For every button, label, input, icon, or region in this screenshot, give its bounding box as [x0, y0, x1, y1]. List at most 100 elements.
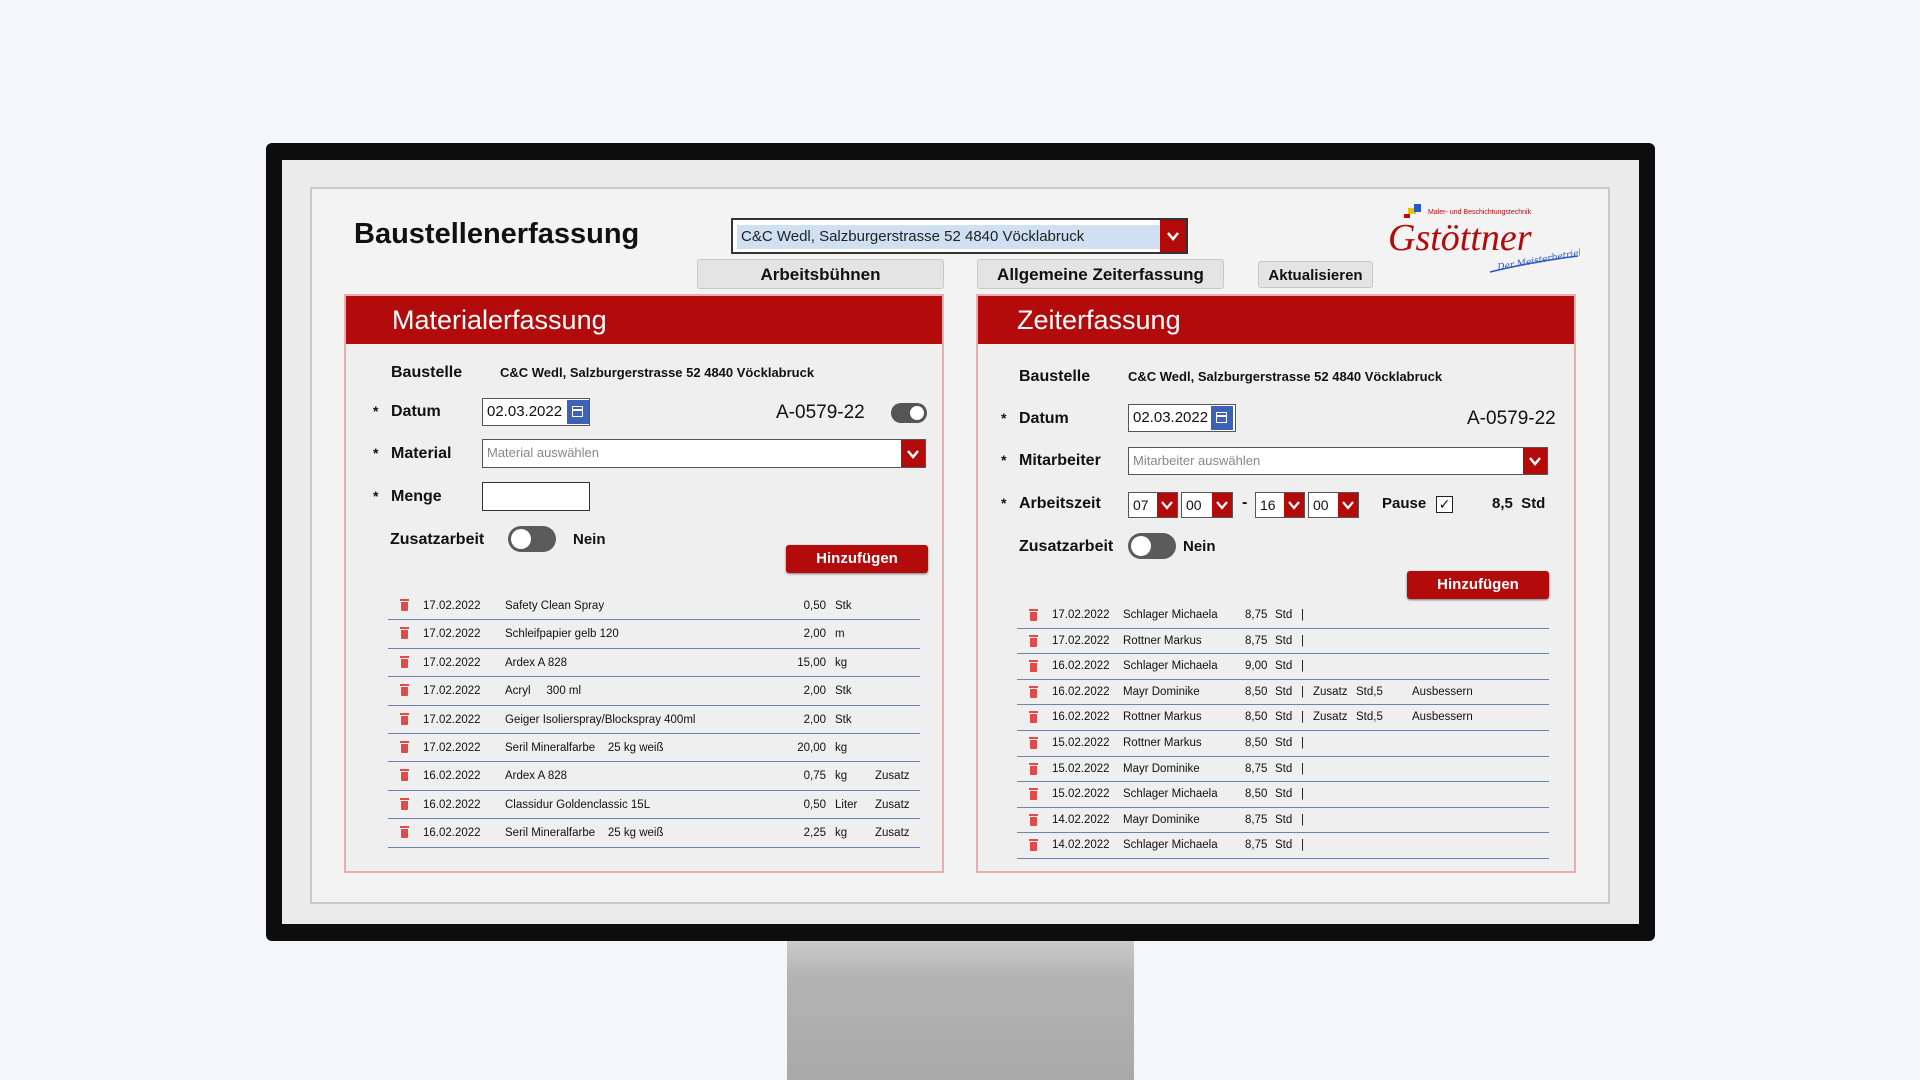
- trash-icon[interactable]: [400, 627, 409, 640]
- calendar-icon[interactable]: [1211, 406, 1233, 430]
- trash-icon[interactable]: [1029, 736, 1038, 749]
- zeit-panel-title: Zeiterfassung: [978, 296, 1574, 344]
- cell-name: Classidur Goldenclassic 15L: [505, 798, 651, 811]
- trash-icon[interactable]: [1029, 813, 1038, 826]
- trash-icon[interactable]: [1029, 634, 1038, 647]
- material-select[interactable]: Material auswählen: [482, 439, 926, 468]
- mitarbeiter-select[interactable]: Mitarbeiter auswählen: [1128, 447, 1548, 475]
- cell-date: 14.02.2022: [1052, 813, 1110, 826]
- cell-unit: Stk: [835, 685, 852, 698]
- end-hour-select[interactable]: 16: [1255, 492, 1305, 518]
- cell-zusatz: Zusatz: [1313, 685, 1348, 698]
- cell-hours: 8,75: [1245, 762, 1268, 775]
- chevron-down-icon[interactable]: [1284, 493, 1304, 517]
- start-hour-select[interactable]: 07: [1128, 492, 1178, 518]
- cell-name: Schlager Michaela: [1123, 788, 1218, 801]
- material-add-button[interactable]: Hinzufügen: [786, 545, 928, 573]
- material-toggle[interactable]: [891, 403, 927, 423]
- trash-icon[interactable]: [1029, 685, 1038, 698]
- trash-icon[interactable]: [1029, 762, 1038, 775]
- trash-icon[interactable]: [400, 712, 409, 725]
- material-menge-label: Menge: [391, 488, 442, 505]
- cell-date: 17.02.2022: [423, 741, 481, 754]
- cell-unit: kg: [835, 741, 848, 754]
- cell-qty: 15,00: [797, 656, 826, 669]
- cell-qty: 2,25: [803, 827, 826, 840]
- cell-zstd: Std,5: [1356, 711, 1383, 724]
- zeit-add-button[interactable]: Hinzufügen: [1407, 571, 1549, 599]
- required-marker: *: [373, 403, 379, 419]
- chevron-down-icon[interactable]: [1523, 448, 1547, 474]
- cell-sep: |: [1301, 660, 1304, 673]
- end-minute-value: 00: [1313, 497, 1329, 513]
- cell-sep: |: [1301, 736, 1304, 749]
- trash-icon[interactable]: [400, 826, 409, 839]
- company-logo: Maler- und Beschichtungstechnik Gstöttne…: [1380, 196, 1585, 286]
- trash-icon[interactable]: [1029, 609, 1038, 621]
- cell-qty: 2,00: [803, 628, 826, 641]
- chevron-down-icon[interactable]: [1157, 493, 1177, 517]
- zeiterfassung-button[interactable]: Allgemeine Zeiterfassung: [977, 259, 1224, 289]
- cell-unit: Stk: [835, 713, 852, 726]
- cell-name: Seril Mineralfarbe 25 kg weiß: [505, 827, 664, 840]
- material-material-label: Material: [391, 445, 452, 462]
- cell-unit: kg: [835, 827, 848, 840]
- cell-sep: |: [1301, 609, 1304, 621]
- end-minute-select[interactable]: 00: [1308, 492, 1359, 518]
- table-row: 17.02.2022 Geiger Isolierspray/Blockspray…: [388, 706, 920, 734]
- site-select[interactable]: C&C Wedl, Salzburgerstrasse 52 4840 Vöck…: [731, 218, 1188, 254]
- chevron-down-icon[interactable]: [1338, 493, 1358, 517]
- chevron-down-icon[interactable]: [1212, 493, 1232, 517]
- trash-icon[interactable]: [400, 655, 409, 668]
- calendar-icon[interactable]: [567, 400, 589, 424]
- aktualisieren-button[interactable]: Aktualisieren: [1258, 261, 1373, 288]
- trash-icon[interactable]: [1029, 660, 1038, 673]
- cell-hours: 8,50: [1245, 736, 1268, 749]
- trash-icon[interactable]: [400, 797, 409, 810]
- required-marker: *: [1001, 452, 1007, 468]
- pause-checkbox[interactable]: ✓: [1436, 496, 1453, 513]
- trash-icon[interactable]: [400, 769, 409, 782]
- trash-icon[interactable]: [1029, 839, 1038, 852]
- zeit-baustelle-value: C&C Wedl, Salzburgerstrasse 52 4840 Vöck…: [1128, 369, 1443, 384]
- table-row: 16.02.2022 Seril Mineralfarbe 25 kg weiß 2…: [388, 819, 920, 848]
- cell-hours: 8,50: [1245, 685, 1268, 698]
- cell-sep: |: [1301, 839, 1304, 852]
- svg-text:Maler- und Beschichtungstechni: Maler- und Beschichtungstechnik: [1428, 209, 1532, 216]
- time-separator: -: [1242, 494, 1248, 511]
- cell-unit: Std: [1275, 762, 1293, 775]
- zeit-arbeitszeit-label: Arbeitszeit: [1019, 495, 1101, 512]
- material-zusatz-toggle[interactable]: [508, 526, 556, 552]
- table-row: 17.02.2022 Rottner Markus 8,75 Std |: [1017, 629, 1549, 655]
- start-minute-select[interactable]: 00: [1181, 492, 1233, 518]
- cell-note: Ausbessern: [1412, 711, 1473, 724]
- cell-unit: Std: [1275, 609, 1293, 621]
- cell-name: Schleifpapier gelb 120: [505, 628, 619, 641]
- material-zusatz-label: Zusatzarbeit: [390, 531, 485, 548]
- arbeitsbuehnen-button[interactable]: Arbeitsbühnen: [697, 259, 944, 289]
- cell-qty: 2,00: [803, 713, 826, 726]
- trash-icon[interactable]: [400, 740, 409, 753]
- cell-qty: 2,00: [803, 685, 826, 698]
- total-hours: 8,5 Std: [1492, 495, 1546, 512]
- cell-name: Schlager Michaela: [1123, 660, 1218, 673]
- table-row: 16.02.2022 Rottner Markus 8,50 Std | Zusatz St…: [1017, 705, 1549, 731]
- menge-input[interactable]: [482, 482, 590, 511]
- cell-extra: Zusatz: [875, 770, 910, 783]
- chevron-down-icon[interactable]: [1160, 220, 1186, 252]
- cell-extra: Zusatz: [875, 798, 910, 811]
- cell-date: 15.02.2022: [1052, 762, 1110, 775]
- page-title: Baustellenerfassung: [354, 218, 640, 250]
- trash-icon[interactable]: [400, 684, 409, 697]
- trash-icon[interactable]: [1029, 788, 1038, 801]
- cell-qty: 0,50: [803, 798, 826, 811]
- zeit-zusatz-toggle[interactable]: [1128, 533, 1176, 559]
- cell-hours: 9,00: [1245, 660, 1268, 673]
- cell-name: Rottner Markus: [1123, 711, 1202, 724]
- cell-date: 14.02.2022: [1052, 839, 1110, 852]
- cell-unit: Std: [1275, 634, 1293, 647]
- chevron-down-icon[interactable]: [901, 440, 925, 467]
- table-row: 17.02.2022 Safety Clean Spray 0,50 Stk: [388, 592, 920, 621]
- trash-icon[interactable]: [400, 599, 409, 611]
- trash-icon[interactable]: [1029, 711, 1038, 724]
